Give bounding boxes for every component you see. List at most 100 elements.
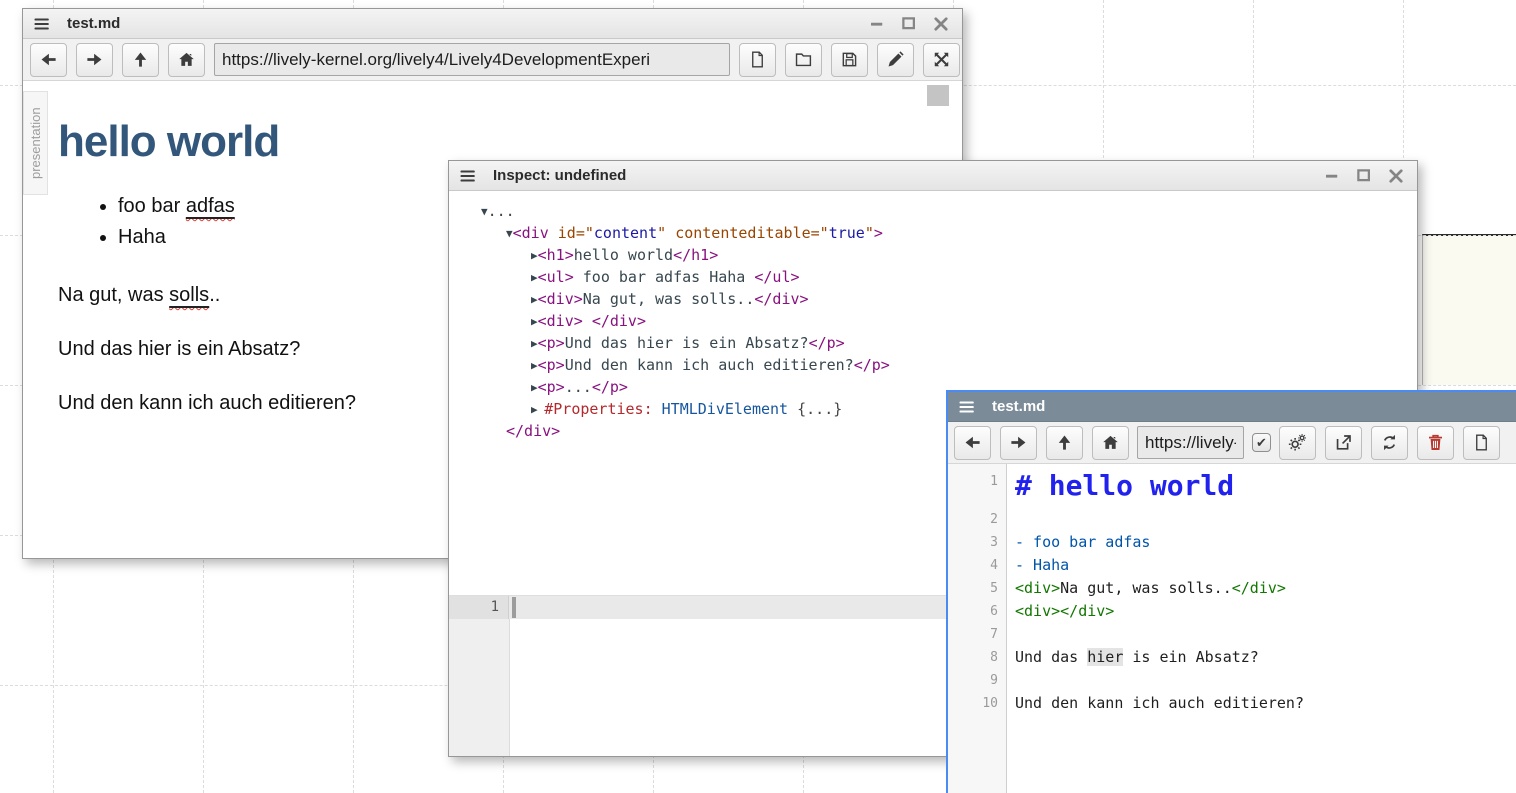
new-file-button[interactable] xyxy=(739,43,776,77)
minimize-button[interactable] xyxy=(866,13,888,35)
hamburger-icon xyxy=(33,15,51,33)
external-link-button[interactable] xyxy=(1325,426,1362,460)
home-button[interactable] xyxy=(168,43,205,77)
line-number: 3 xyxy=(948,531,1006,554)
dom-tree-node[interactable]: ▶<div>Na gut, was solls..</div> xyxy=(449,288,1417,310)
editor-line: 7 xyxy=(948,623,1516,646)
forward-button[interactable] xyxy=(76,43,113,77)
expand-button[interactable] xyxy=(923,43,960,77)
line-number: 10 xyxy=(948,692,1006,715)
line-number: 7 xyxy=(948,623,1006,646)
editor-line: 3- foo bar adfas xyxy=(948,531,1516,554)
forward-icon xyxy=(1009,433,1028,452)
refresh-button[interactable] xyxy=(1371,426,1408,460)
dom-tree-node[interactable]: ▼... xyxy=(449,200,1417,222)
up-icon xyxy=(131,50,150,69)
check-icon: ✔ xyxy=(1256,435,1267,451)
back-button[interactable] xyxy=(954,426,991,460)
line-number: 9 xyxy=(948,669,1006,692)
url-input[interactable] xyxy=(1137,426,1244,459)
close-button[interactable] xyxy=(1385,165,1407,187)
settings-gears-button[interactable] xyxy=(1279,426,1316,460)
minimize-icon xyxy=(1323,167,1341,185)
line-number: 5 xyxy=(948,577,1006,600)
dom-tree-node[interactable]: ▶<p>Und das hier is ein Absatz?</p> xyxy=(449,332,1417,354)
new-file-icon xyxy=(1472,433,1491,452)
titlebar-markdown-editor[interactable]: test.md xyxy=(948,392,1516,422)
folder-icon xyxy=(794,50,813,69)
minimize-button[interactable] xyxy=(1321,165,1343,187)
back-icon xyxy=(39,50,58,69)
external-link-icon xyxy=(1334,433,1353,452)
menu-button[interactable] xyxy=(33,15,55,33)
maximize-button[interactable] xyxy=(898,13,920,35)
settings-gears-icon xyxy=(1288,433,1307,452)
refresh-icon xyxy=(1380,433,1399,452)
save-button[interactable] xyxy=(831,43,868,77)
close-button[interactable] xyxy=(930,13,952,35)
forward-icon xyxy=(85,50,104,69)
up-icon xyxy=(1055,433,1074,452)
editor-line: 6<div></div> xyxy=(948,600,1516,623)
maximize-icon xyxy=(1355,167,1373,185)
editor-line: 1# hello world xyxy=(948,467,1516,508)
trash-icon xyxy=(1426,433,1445,452)
url-bar-checkbox[interactable]: ✔ xyxy=(1252,433,1271,452)
forward-button[interactable] xyxy=(1000,426,1037,460)
maximize-button[interactable] xyxy=(1353,165,1375,187)
dom-tree-node[interactable]: ▶<p>Und den kann ich auch editieren?</p> xyxy=(449,354,1417,376)
minimize-icon xyxy=(868,15,886,33)
home-button[interactable] xyxy=(1092,426,1129,460)
code-editor[interactable]: 1# hello world23- foo bar adfas4- Haha5<… xyxy=(948,464,1516,793)
menu-button[interactable] xyxy=(459,167,481,185)
line-number: 1 xyxy=(948,467,1006,508)
trash-button[interactable] xyxy=(1417,426,1454,460)
window-title: Inspect: undefined xyxy=(493,167,1309,184)
scrollbar-thumb[interactable] xyxy=(927,85,949,106)
menu-button[interactable] xyxy=(958,398,980,416)
line-number: 4 xyxy=(948,554,1006,577)
dom-tree-node[interactable]: ▶<h1>hello world</h1> xyxy=(449,244,1417,266)
home-icon xyxy=(1101,433,1120,452)
presentation-tab[interactable]: presentation xyxy=(23,91,48,195)
home-icon xyxy=(177,50,196,69)
misspelled-word: solls xyxy=(169,284,209,306)
maximize-icon xyxy=(900,15,918,33)
editor-line: 9 xyxy=(948,669,1516,692)
window-markdown-editor: test.md ✔ 1# hello world23- foo bar adfa… xyxy=(946,390,1516,793)
window-title: test.md xyxy=(992,398,1508,415)
line-number: 8 xyxy=(948,646,1006,669)
back-icon xyxy=(963,433,982,452)
titlebar-inspector[interactable]: Inspect: undefined xyxy=(449,161,1417,191)
up-button[interactable] xyxy=(1046,426,1083,460)
editor-line: 10Und den kann ich auch editieren? xyxy=(948,692,1516,715)
up-button[interactable] xyxy=(122,43,159,77)
url-input[interactable] xyxy=(214,43,730,76)
save-icon xyxy=(840,50,859,69)
new-file-button[interactable] xyxy=(1463,426,1500,460)
browser-toolbar xyxy=(23,39,962,81)
partial-window-fragment xyxy=(1422,234,1516,385)
editor-line: 5<div>Na gut, was solls..</div> xyxy=(948,577,1516,600)
misspelled-word: adfas xyxy=(186,195,235,217)
hamburger-icon xyxy=(459,167,477,185)
titlebar-markdown-view[interactable]: test.md xyxy=(23,9,962,39)
editor-line: 4- Haha xyxy=(948,554,1516,577)
close-icon xyxy=(1387,167,1405,185)
edit-icon xyxy=(886,50,905,69)
line-number: 2 xyxy=(948,508,1006,531)
window-title: test.md xyxy=(67,15,854,32)
folder-button[interactable] xyxy=(785,43,822,77)
edit-button[interactable] xyxy=(877,43,914,77)
desktop: test.md presentation hello world foo bar… xyxy=(0,0,1516,793)
expand-icon xyxy=(932,50,951,69)
new-file-icon xyxy=(748,50,767,69)
dom-tree-node[interactable]: ▶<ul> foo bar adfas Haha </ul> xyxy=(449,266,1417,288)
browser-toolbar: ✔ xyxy=(948,422,1516,464)
close-icon xyxy=(932,15,950,33)
hamburger-icon xyxy=(958,398,976,416)
back-button[interactable] xyxy=(30,43,67,77)
editor-line: 2 xyxy=(948,508,1516,531)
dom-tree-node[interactable]: ▼<div id="content" contenteditable="true… xyxy=(449,222,1417,244)
dom-tree-node[interactable]: ▶<div> </div> xyxy=(449,310,1417,332)
